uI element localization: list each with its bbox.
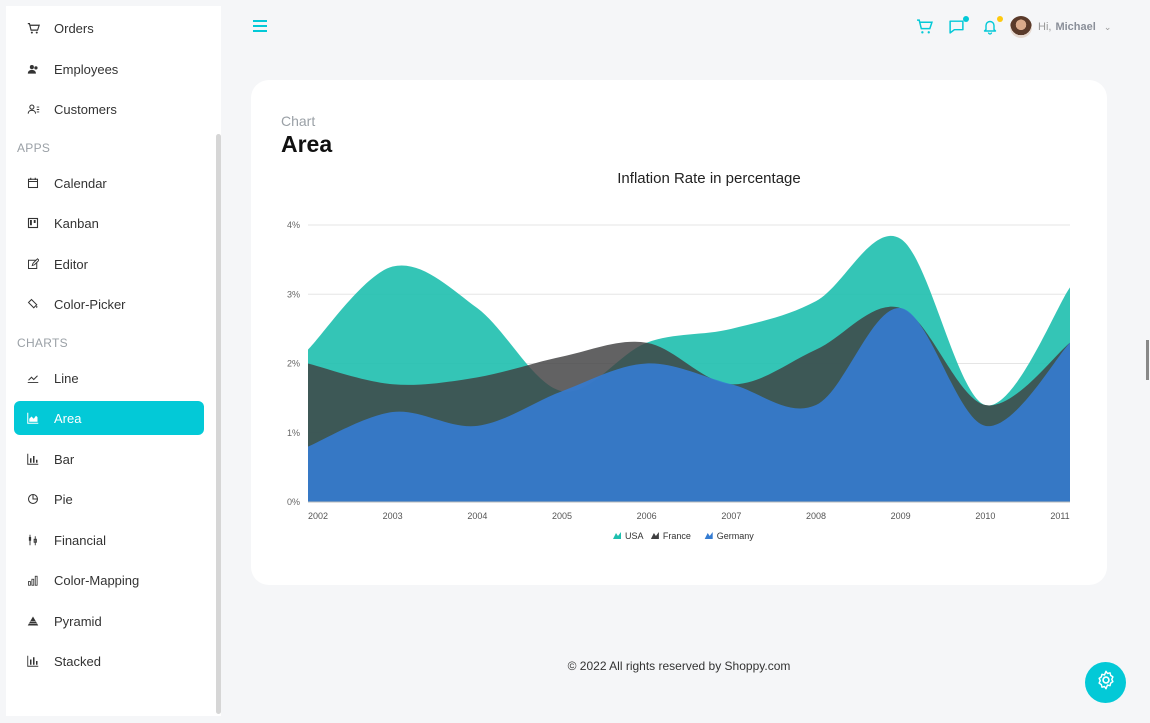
sidebar-item-label: Color-Mapping xyxy=(54,572,140,588)
area-chart: Inflation Rate in percentage 0% 1% 2% 3% 4% 20… xyxy=(287,170,1070,541)
employees-icon xyxy=(26,62,40,76)
sidebar-item-label: Area xyxy=(54,410,82,426)
sidebar-section-apps: APPS xyxy=(17,141,51,155)
sidebar-item-line[interactable]: Line xyxy=(14,361,204,395)
x-tick-label: 2003 xyxy=(383,511,403,521)
legend-marker xyxy=(650,532,659,539)
user-profile-menu[interactable]: Hi, Michael ⌄ xyxy=(1010,14,1111,40)
chat-icon[interactable] xyxy=(948,16,969,36)
y-tick-label: 1% xyxy=(287,428,300,438)
x-tick-label: 2008 xyxy=(806,511,826,521)
cart-icon[interactable] xyxy=(916,18,934,36)
y-tick-label: 0% xyxy=(287,497,300,507)
sidebar-item-area[interactable]: Area xyxy=(14,401,204,435)
sidebar-item-label: Employees xyxy=(54,61,119,77)
sidebar-item-financial[interactable]: Financial xyxy=(14,523,204,557)
sidebar-item-employees[interactable]: Employees xyxy=(14,52,204,86)
x-tick-label: 2006 xyxy=(637,511,657,521)
sidebar-section-charts: CHARTS xyxy=(17,336,68,350)
sidebar-item-label: Kanban xyxy=(54,215,99,231)
menu-toggle-icon[interactable] xyxy=(253,20,267,34)
y-tick-label: 3% xyxy=(287,289,300,299)
greeting-text: Hi, xyxy=(1038,21,1052,33)
legend-item-germany[interactable]: Germany xyxy=(704,531,755,541)
chart-card: Chart Area Inflation Rate in percentage 0… xyxy=(251,80,1107,585)
y-tick-label: 2% xyxy=(287,359,300,369)
color-picker-icon xyxy=(26,297,40,311)
x-tick-label: 2010 xyxy=(975,511,995,521)
bell-notification-dot xyxy=(997,16,1003,22)
sidebar-item-pie[interactable]: Pie xyxy=(14,482,204,516)
gear-icon xyxy=(1095,669,1117,696)
y-tick-label: 4% xyxy=(287,220,300,230)
legend-label: USA xyxy=(625,531,644,541)
footer-copyright: © 2022 All rights reserved by Shoppy.com xyxy=(567,659,791,673)
sidebar-item-label: Customers xyxy=(54,101,117,117)
legend-label: France xyxy=(663,531,691,541)
legend-label: Germany xyxy=(717,531,755,541)
editor-icon xyxy=(26,257,40,271)
chart-title: Inflation Rate in percentage xyxy=(617,170,800,187)
area-chart-icon xyxy=(26,411,40,425)
kanban-icon xyxy=(26,216,40,230)
top-navbar: Hi, Michael ⌄ xyxy=(222,6,1136,50)
avatar xyxy=(1010,16,1032,38)
calendar-icon xyxy=(26,176,40,190)
legend-item-usa[interactable]: USA xyxy=(613,531,644,541)
sidebar-item-color-mapping[interactable]: Color-Mapping xyxy=(14,563,204,597)
legend-marker xyxy=(704,532,713,539)
settings-button[interactable] xyxy=(1085,662,1126,703)
cart-icon xyxy=(26,21,40,35)
x-tick-label: 2009 xyxy=(891,511,911,521)
x-tick-label: 2004 xyxy=(467,511,487,521)
sidebar-item-label: Pyramid xyxy=(54,613,102,629)
legend-marker xyxy=(613,532,621,539)
page-scrollbar[interactable] xyxy=(1146,340,1149,380)
chevron-down-icon: ⌄ xyxy=(1103,21,1112,32)
legend-item-france[interactable]: France xyxy=(650,531,691,541)
user-name: Michael xyxy=(1055,21,1096,33)
bar-chart-icon xyxy=(26,452,40,466)
sidebar-item-label: Color-Picker xyxy=(54,296,126,312)
sidebar-item-kanban[interactable]: Kanban xyxy=(14,206,204,240)
financial-icon xyxy=(26,533,40,547)
sidebar-item-label: Pie xyxy=(54,491,73,507)
color-mapping-icon xyxy=(26,573,40,587)
sidebar-item-editor[interactable]: Editor xyxy=(14,247,204,281)
sidebar-item-orders[interactable]: Orders xyxy=(14,11,204,45)
chat-notification-dot xyxy=(963,16,969,22)
customers-icon xyxy=(26,102,40,116)
sidebar-scrollbar[interactable] xyxy=(216,134,221,714)
pie-chart-icon xyxy=(26,492,40,506)
x-tick-label: 2002 xyxy=(308,511,328,521)
pyramid-icon xyxy=(26,614,40,628)
sidebar-item-pyramid[interactable]: Pyramid xyxy=(14,604,204,638)
x-tick-label: 2011 xyxy=(1050,511,1069,521)
sidebar-item-label: Calendar xyxy=(54,175,107,191)
sidebar-item-calendar[interactable]: Calendar xyxy=(14,166,204,200)
stacked-icon xyxy=(26,654,40,668)
sidebar-item-label: Line xyxy=(54,370,79,386)
sidebar-item-bar[interactable]: Bar xyxy=(14,442,204,476)
sidebar-item-label: Stacked xyxy=(54,653,101,669)
x-tick-label: 2005 xyxy=(552,511,572,521)
sidebar-item-color-picker[interactable]: Color-Picker xyxy=(14,287,204,321)
sidebar-item-label: Bar xyxy=(54,451,75,467)
sidebar-item-customers[interactable]: Customers xyxy=(14,92,204,126)
x-tick-label: 2007 xyxy=(721,511,741,521)
sidebar-item-label: Orders xyxy=(54,20,94,36)
sidebar-item-label: Editor xyxy=(54,256,88,272)
sidebar-item-stacked[interactable]: Stacked xyxy=(14,644,204,678)
sidebar-item-label: Financial xyxy=(54,532,107,548)
notification-bell-icon[interactable] xyxy=(982,16,1003,36)
line-chart-icon xyxy=(26,371,40,385)
